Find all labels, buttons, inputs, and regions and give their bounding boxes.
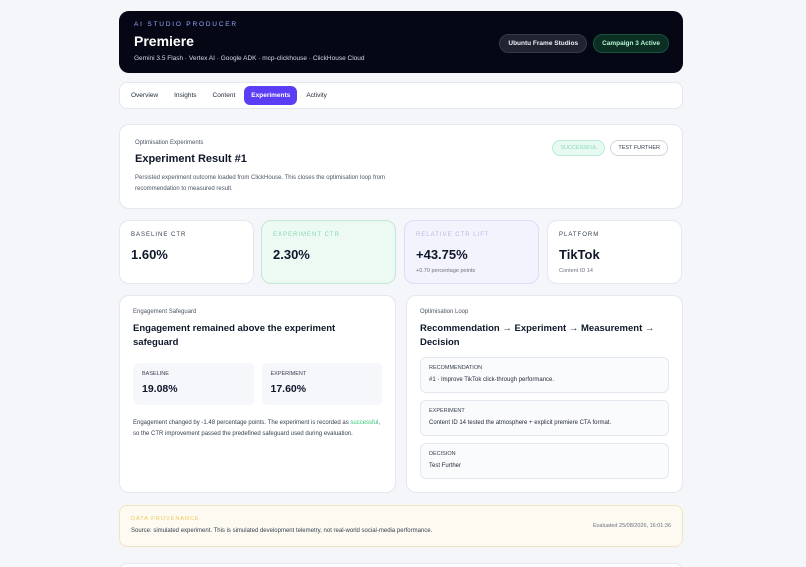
studio-badge: Ubuntu Frame Studios	[499, 34, 588, 53]
step-label: EXPERIMENT	[429, 408, 465, 414]
metric-platform: PLATFORM TikTok Content ID 14	[547, 220, 682, 284]
safeguard-title: Engagement remained above the experiment…	[133, 323, 336, 348]
metric-label: PLATFORM	[559, 232, 600, 238]
mini-label: EXPERIMENT	[270, 371, 307, 377]
section-label: Optimisation Loop	[420, 309, 469, 315]
metric-value: 1.60%	[131, 247, 168, 262]
mini-value: 19.08%	[142, 383, 178, 395]
status-badge-test-further: TEST FURTHER	[610, 140, 668, 156]
step-value: Test Further	[429, 463, 462, 469]
status-badges: SUCCESSFUL TEST FURTHER	[552, 140, 668, 156]
tab-experiments[interactable]: Experiments	[244, 86, 298, 105]
metric-value: +43.75%	[416, 247, 468, 262]
optimisation-loop-card: Optimisation Loop Recommendation → Exper…	[406, 295, 683, 493]
metric-experiment-ctr: EXPERIMENT CTR 2.30%	[261, 220, 396, 284]
metric-label: EXPERIMENT CTR	[273, 232, 340, 238]
step-value: Content ID 14 tested the atmosphere + ex…	[429, 420, 612, 426]
tab-bar: Overview Insights Content Experiments Ac…	[119, 82, 683, 109]
campaign-status-badge: Campaign 3 Active	[593, 34, 669, 53]
step-label: RECOMMENDATION	[429, 365, 483, 371]
tab-insights[interactable]: Insights	[167, 86, 203, 105]
loop-step-recommendation: RECOMMENDATION #1 · Improve TikTok click…	[420, 357, 669, 393]
engagement-safeguard-card: Engagement Safeguard Engagement remained…	[119, 295, 396, 493]
loop-step-experiment: EXPERIMENT Content ID 14 tested the atmo…	[420, 400, 669, 436]
engagement-comparison: BASELINE 19.08% EXPERIMENT 17.60%	[133, 363, 382, 405]
experiment-description: Persisted experiment outcome loaded from…	[135, 175, 386, 192]
tab-activity[interactable]: Activity	[299, 86, 334, 105]
metric-baseline-ctr: BASELINE CTR 1.60%	[119, 220, 254, 284]
metric-label: RELATIVE CTR LIFT	[416, 232, 490, 238]
metric-label: BASELINE CTR	[131, 232, 187, 238]
tech-stack-subtitle: Gemini 3.5 Flash · Vertex AI · Google AD…	[134, 55, 365, 62]
loop-step-decision: DECISION Test Further	[420, 443, 669, 479]
experiment-result-card: Optimisation Experiments Experiment Resu…	[119, 124, 683, 209]
evaluation-timestamp: Evaluated 25/08/2026, 16:01:36	[593, 523, 671, 529]
data-provenance-banner: DATA PROVENANCE Source: simulated experi…	[119, 505, 683, 547]
metric-value: 2.30%	[273, 247, 310, 262]
metric-note: Content ID 14	[559, 268, 593, 274]
header-eyebrow: AI STUDIO PRODUCER	[134, 21, 238, 28]
desc-highlight: successful	[350, 420, 379, 426]
next-card-edge	[119, 563, 683, 567]
metric-relative-ctr-lift: RELATIVE CTR LIFT +43.75% +0.70 percenta…	[404, 220, 539, 284]
header-badges: Ubuntu Frame Studios Campaign 3 Active	[499, 34, 669, 53]
provenance-text: Source: simulated experiment. This is si…	[131, 528, 433, 534]
app-header: AI STUDIO PRODUCER Premiere Gemini 3.5 F…	[119, 11, 683, 73]
safeguard-description: Engagement changed by -1.48 percentage p…	[133, 418, 382, 440]
step-value: #1 · Improve TikTok click-through perfor…	[429, 377, 555, 383]
baseline-engagement: BASELINE 19.08%	[133, 363, 254, 405]
provenance-label: DATA PROVENANCE	[131, 516, 200, 522]
step-label: DECISION	[429, 451, 456, 457]
metric-note: +0.70 percentage points	[416, 268, 476, 274]
tab-overview[interactable]: Overview	[124, 86, 165, 105]
mini-label: BASELINE	[142, 371, 169, 377]
tab-content[interactable]: Content	[206, 86, 243, 105]
section-label: Engagement Safeguard	[133, 309, 197, 315]
experiment-engagement: EXPERIMENT 17.60%	[261, 363, 382, 405]
desc-text: Engagement changed by -1.48 percentage p…	[133, 420, 351, 426]
status-badge-successful: SUCCESSFUL	[552, 140, 606, 156]
mini-value: 17.60%	[270, 383, 307, 395]
metric-value: TikTok	[559, 247, 600, 262]
loop-title: Recommendation → Experiment → Measuremen…	[420, 323, 655, 348]
